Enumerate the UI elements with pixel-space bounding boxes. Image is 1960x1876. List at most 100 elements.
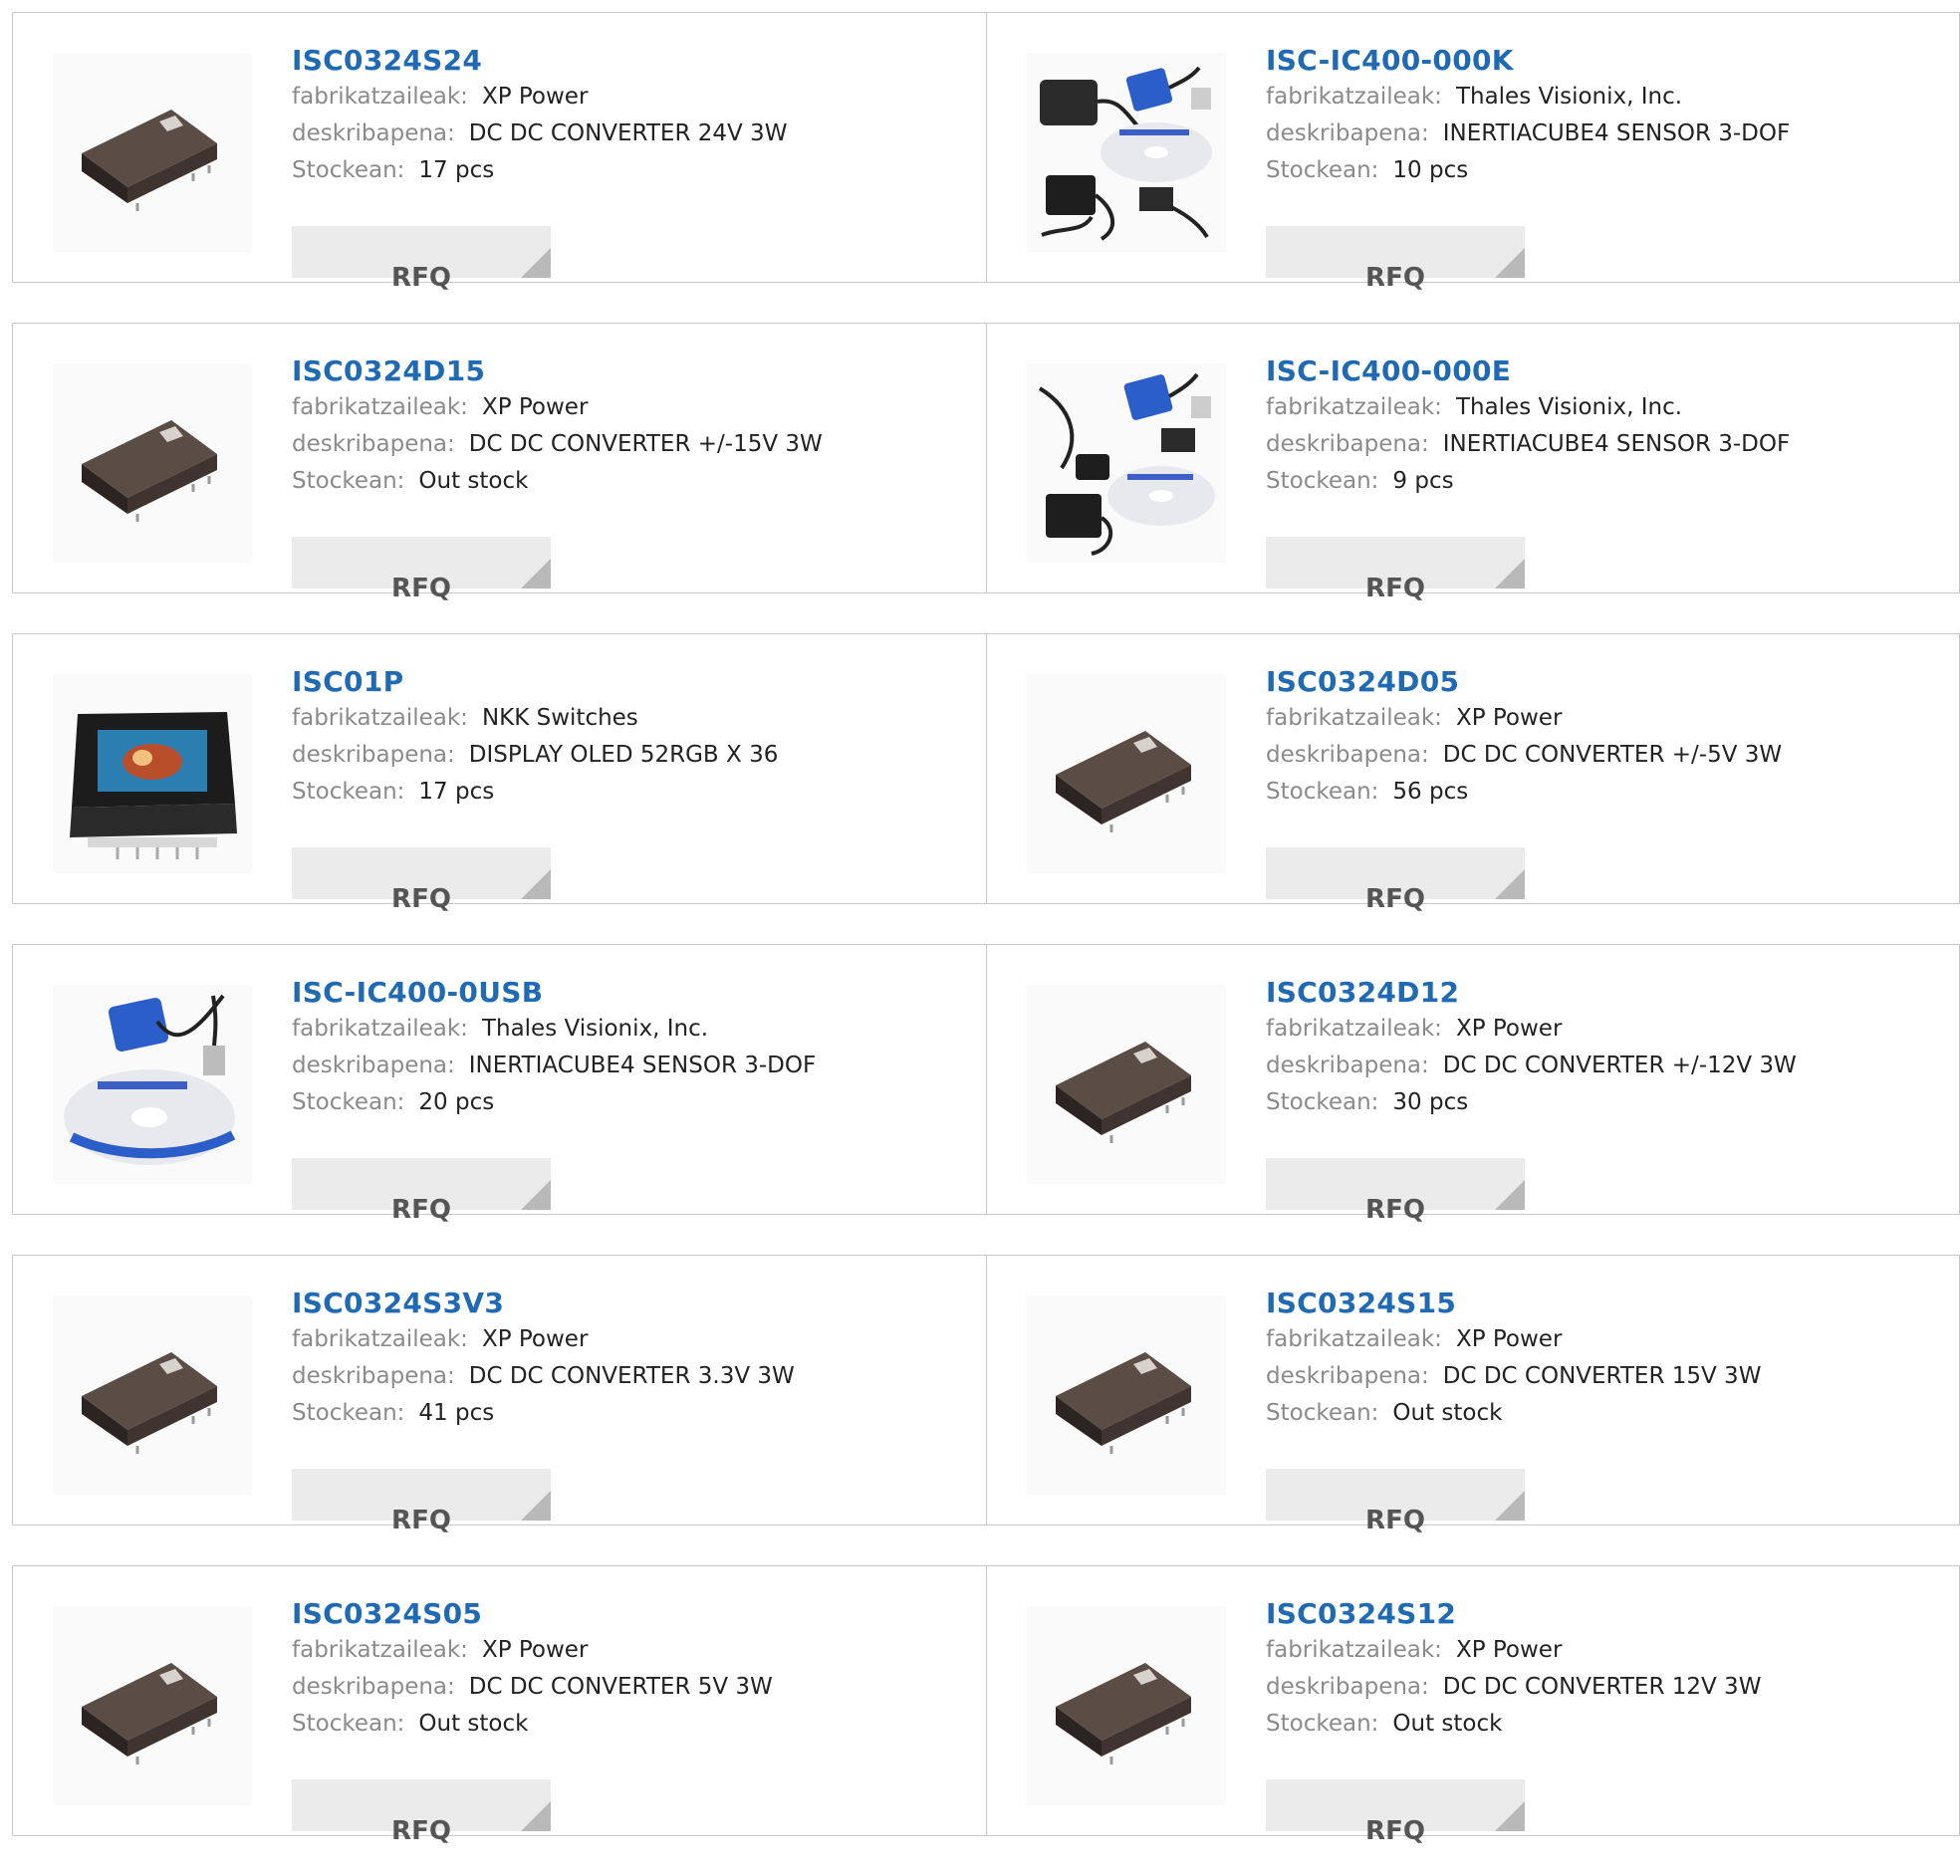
product-image[interactable]	[1027, 1606, 1226, 1805]
stock-label: Stockean:	[1266, 779, 1379, 805]
stock-label: Stockean:	[1266, 1089, 1379, 1115]
product-info: ISC0324D12 fabrikatzaileak: XP Power desk…	[1266, 975, 1939, 1225]
rfq-button[interactable]: RFQ	[292, 226, 551, 293]
product-image[interactable]	[53, 674, 252, 873]
rfq-button[interactable]: RFQ	[1266, 537, 1525, 603]
stock-label: Stockean:	[1266, 468, 1379, 494]
manufacturer-row: fabrikatzaileak: XP Power	[1266, 700, 1939, 737]
product-grid: ISC0324S24 fabrikatzaileak: XP Power desk…	[12, 12, 1960, 1876]
product-image[interactable]	[53, 1606, 252, 1805]
product-name-link[interactable]: ISC0324D12	[1266, 975, 1459, 1011]
product-name-link[interactable]: ISC0324S24	[292, 43, 482, 79]
rfq-button[interactable]: RFQ	[1266, 1158, 1525, 1225]
description-value: INERTIACUBE4 SENSOR 3-DOF	[468, 1053, 817, 1078]
dc-converter-module-icon	[1056, 1352, 1191, 1454]
product-image[interactable]	[1027, 1295, 1226, 1495]
product-info: ISC-IC400-000K fabrikatzaileak: Thales Vi…	[1266, 43, 1939, 293]
product-name-link[interactable]: ISC-IC400-000E	[1266, 353, 1511, 389]
manufacturer-label: fabrikatzaileak:	[292, 394, 468, 420]
stock-row: Stockean: Out stock	[1266, 1395, 1939, 1432]
product-image[interactable]	[1027, 53, 1226, 252]
manufacturer-label: fabrikatzaileak:	[1266, 1016, 1442, 1042]
stock-row: Stockean: 17 pcs	[292, 152, 966, 189]
description-row: deskribapena: INERTIACUBE4 SENSOR 3-DOF	[292, 1048, 966, 1084]
product-row: ISC0324S24 fabrikatzaileak: XP Power desk…	[12, 12, 1960, 293]
description-row: deskribapena: DISPLAY OLED 52RGB X 36	[292, 737, 966, 774]
product-card: ISC-IC400-0USB fabrikatzaileak: Thales Vi…	[13, 945, 986, 1225]
manufacturer-value: Thales Visionix, Inc.	[1455, 394, 1683, 420]
product-name-link[interactable]: ISC0324S12	[1266, 1596, 1456, 1632]
stock-row: Stockean: 10 pcs	[1266, 152, 1939, 189]
stock-row: Stockean: 41 pcs	[292, 1395, 966, 1432]
product-name-link[interactable]: ISC01P	[292, 664, 403, 700]
product-name-link[interactable]: ISC-IC400-000K	[1266, 43, 1514, 79]
description-value: DC DC CONVERTER 24V 3W	[468, 120, 788, 146]
product-name-link[interactable]: ISC0324S3V3	[292, 1286, 504, 1321]
product-card: ISC0324S3V3 fabrikatzaileak: XP Power des…	[13, 1256, 986, 1535]
rfq-button[interactable]: RFQ	[292, 847, 551, 914]
description-row: deskribapena: DC DC CONVERTER 3.3V 3W	[292, 1358, 966, 1395]
rfq-button[interactable]: RFQ	[292, 1158, 551, 1225]
manufacturer-row: fabrikatzaileak: XP Power	[292, 1321, 966, 1358]
corner-triangle-icon	[521, 248, 551, 278]
sensor-kit-usb-icon	[64, 994, 236, 1165]
rfq-button[interactable]: RFQ	[292, 1779, 551, 1846]
product-image[interactable]	[53, 53, 252, 252]
product-name-link[interactable]: ISC0324S05	[292, 1596, 482, 1632]
product-image[interactable]	[53, 363, 252, 563]
manufacturer-value: XP Power	[481, 84, 589, 110]
product-info: ISC0324D05 fabrikatzaileak: XP Power desk…	[1266, 664, 1939, 914]
stock-value: Out stock	[418, 468, 529, 494]
sensor-kit-icon	[1040, 66, 1212, 241]
oled-display-switch-icon	[70, 712, 237, 859]
product-card: ISC0324S24 fabrikatzaileak: XP Power desk…	[13, 13, 986, 293]
product-info: ISC-IC400-0USB fabrikatzaileak: Thales Vi…	[292, 975, 966, 1225]
stock-label: Stockean:	[292, 468, 405, 494]
dc-converter-module-icon	[82, 1352, 217, 1454]
manufacturer-value: XP Power	[1455, 1326, 1563, 1352]
manufacturer-row: fabrikatzaileak: Thales Visionix, Inc.	[292, 1011, 966, 1048]
stock-value: 30 pcs	[1392, 1089, 1469, 1115]
rfq-button[interactable]: RFQ	[1266, 226, 1525, 293]
product-row: ISC-IC400-0USB fabrikatzaileak: Thales Vi…	[12, 944, 1960, 1225]
manufacturer-row: fabrikatzaileak: XP Power	[292, 79, 966, 116]
dc-converter-module-icon	[1056, 1663, 1191, 1764]
rfq-button[interactable]: RFQ	[1266, 847, 1525, 914]
stock-row: Stockean: Out stock	[1266, 1706, 1939, 1743]
stock-label: Stockean:	[292, 1400, 405, 1426]
dc-converter-module-icon	[82, 420, 217, 522]
manufacturer-label: fabrikatzaileak:	[1266, 705, 1442, 731]
product-info: ISC01P fabrikatzaileak: NKK Switches desk…	[292, 664, 966, 914]
manufacturer-value: XP Power	[1455, 1016, 1563, 1042]
stock-label: Stockean:	[1266, 1711, 1379, 1737]
product-image[interactable]	[53, 985, 252, 1184]
corner-triangle-icon	[1495, 248, 1525, 278]
product-image[interactable]	[53, 1295, 252, 1495]
description-label: deskribapena:	[1266, 431, 1429, 457]
rfq-button[interactable]: RFQ	[1266, 1469, 1525, 1535]
manufacturer-row: fabrikatzaileak: XP Power	[1266, 1321, 1939, 1358]
dc-converter-module-icon	[82, 110, 217, 211]
product-name-link[interactable]: ISC0324D05	[1266, 664, 1459, 700]
rfq-button[interactable]: RFQ	[1266, 1779, 1525, 1846]
product-image[interactable]	[1027, 985, 1226, 1184]
product-card: ISC-IC400-000K fabrikatzaileak: Thales Vi…	[986, 13, 1959, 293]
description-row: deskribapena: DC DC CONVERTER 12V 3W	[1266, 1669, 1939, 1706]
description-value: DC DC CONVERTER +/-15V 3W	[468, 431, 823, 457]
product-image[interactable]	[1027, 363, 1226, 563]
description-label: deskribapena:	[292, 1363, 455, 1389]
stock-value: 17 pcs	[418, 779, 495, 805]
manufacturer-row: fabrikatzaileak: Thales Visionix, Inc.	[1266, 389, 1939, 426]
rfq-button[interactable]: RFQ	[292, 1469, 551, 1535]
description-value: DC DC CONVERTER +/-5V 3W	[1442, 742, 1783, 768]
stock-row: Stockean: Out stock	[292, 463, 966, 500]
product-name-link[interactable]: ISC-IC400-0USB	[292, 975, 543, 1011]
manufacturer-value: XP Power	[1455, 705, 1563, 731]
manufacturer-row: fabrikatzaileak: XP Power	[292, 389, 966, 426]
product-image[interactable]	[1027, 674, 1226, 873]
rfq-button[interactable]: RFQ	[292, 537, 551, 603]
description-label: deskribapena:	[1266, 1363, 1429, 1389]
manufacturer-label: fabrikatzaileak:	[292, 705, 468, 731]
product-name-link[interactable]: ISC0324D15	[292, 353, 485, 389]
product-name-link[interactable]: ISC0324S15	[1266, 1286, 1456, 1321]
